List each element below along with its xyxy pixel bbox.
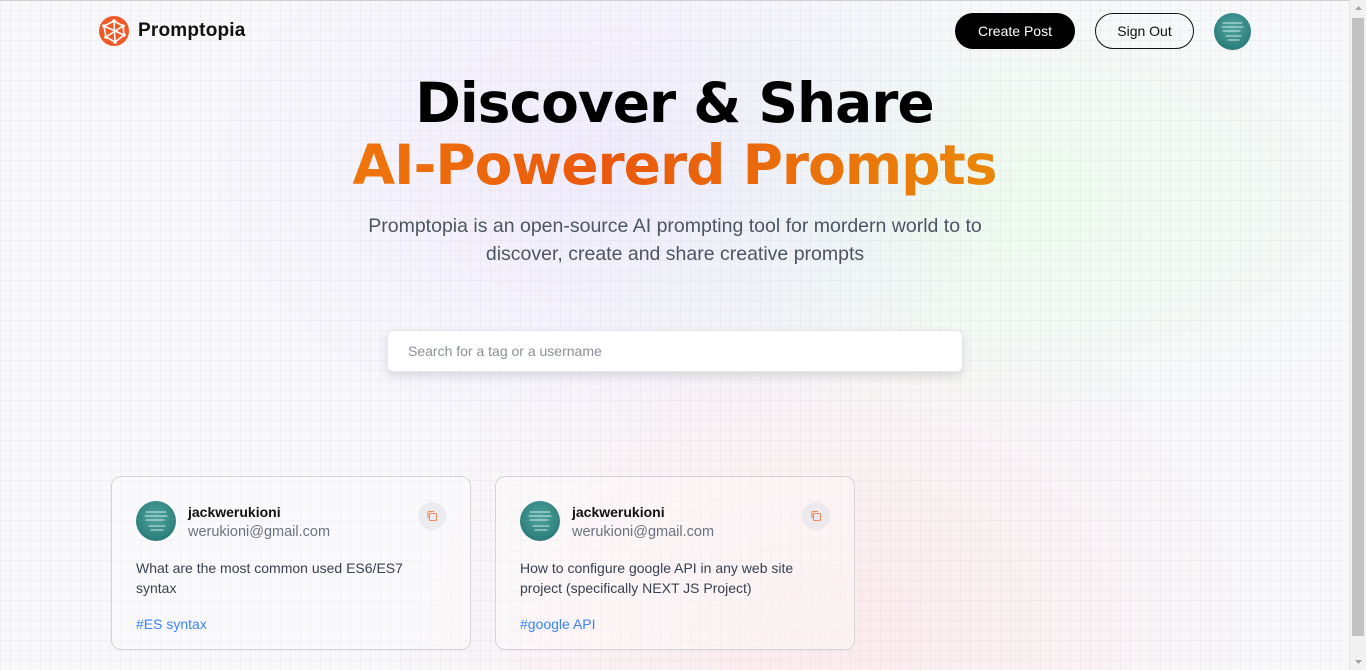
scroll-up-arrow-icon[interactable] xyxy=(1350,0,1366,17)
profile-avatar[interactable] xyxy=(1214,13,1251,50)
user-avatar xyxy=(144,511,168,531)
hero-description: Promptopia is an open-source AI promptin… xyxy=(368,215,982,265)
brand-name: Promptopia xyxy=(138,20,246,41)
search-input[interactable] xyxy=(388,331,962,371)
copy-button[interactable] xyxy=(802,502,830,530)
scroll-down-arrow-icon[interactable] xyxy=(1350,653,1366,670)
hero-title-line2: AI-Powererd Prompts xyxy=(0,134,1349,196)
card-prompt: How to configure google API in any web s… xyxy=(520,560,794,596)
prompt-card[interactable]: jackwerukioni werukioni@gmail.com What a… xyxy=(111,476,471,650)
card-avatar[interactable] xyxy=(520,501,560,541)
card-email: werukioni@gmail.com xyxy=(188,524,331,540)
copy-button[interactable] xyxy=(418,502,446,530)
hero-title: Discover & Share AI-Powererd Prompts xyxy=(0,72,1349,196)
sign-out-button[interactable]: Sign Out xyxy=(1095,13,1194,49)
card-username[interactable]: jackwerukioni xyxy=(572,504,665,520)
prompt-card[interactable]: jackwerukioni werukioni@gmail.com How to… xyxy=(495,476,855,650)
copy-icon xyxy=(427,510,438,522)
card-tag[interactable]: #google API xyxy=(520,616,596,632)
hero-title-line1: Discover & Share xyxy=(415,71,934,135)
card-tag[interactable]: #ES syntax xyxy=(136,616,207,632)
card-prompt: What are the most common used ES6/ES7 sy… xyxy=(136,560,403,596)
scrollbar-thumb[interactable] xyxy=(1352,18,1364,636)
create-post-button[interactable]: Create Post xyxy=(955,13,1075,49)
network-globe-icon xyxy=(99,16,129,46)
card-avatar[interactable] xyxy=(136,501,176,541)
copy-icon xyxy=(811,510,822,522)
user-avatar xyxy=(528,511,552,531)
vertical-scrollbar[interactable] xyxy=(1349,0,1366,670)
user-avatar xyxy=(1221,22,1244,41)
brand-logo[interactable]: Promptopia xyxy=(98,15,246,47)
page: Promptopia Create Post Sign Out Discover… xyxy=(0,0,1366,670)
card-email: werukioni@gmail.com xyxy=(572,524,715,540)
search-bar xyxy=(387,330,963,372)
card-username[interactable]: jackwerukioni xyxy=(188,504,281,520)
top-border xyxy=(0,0,1349,1)
